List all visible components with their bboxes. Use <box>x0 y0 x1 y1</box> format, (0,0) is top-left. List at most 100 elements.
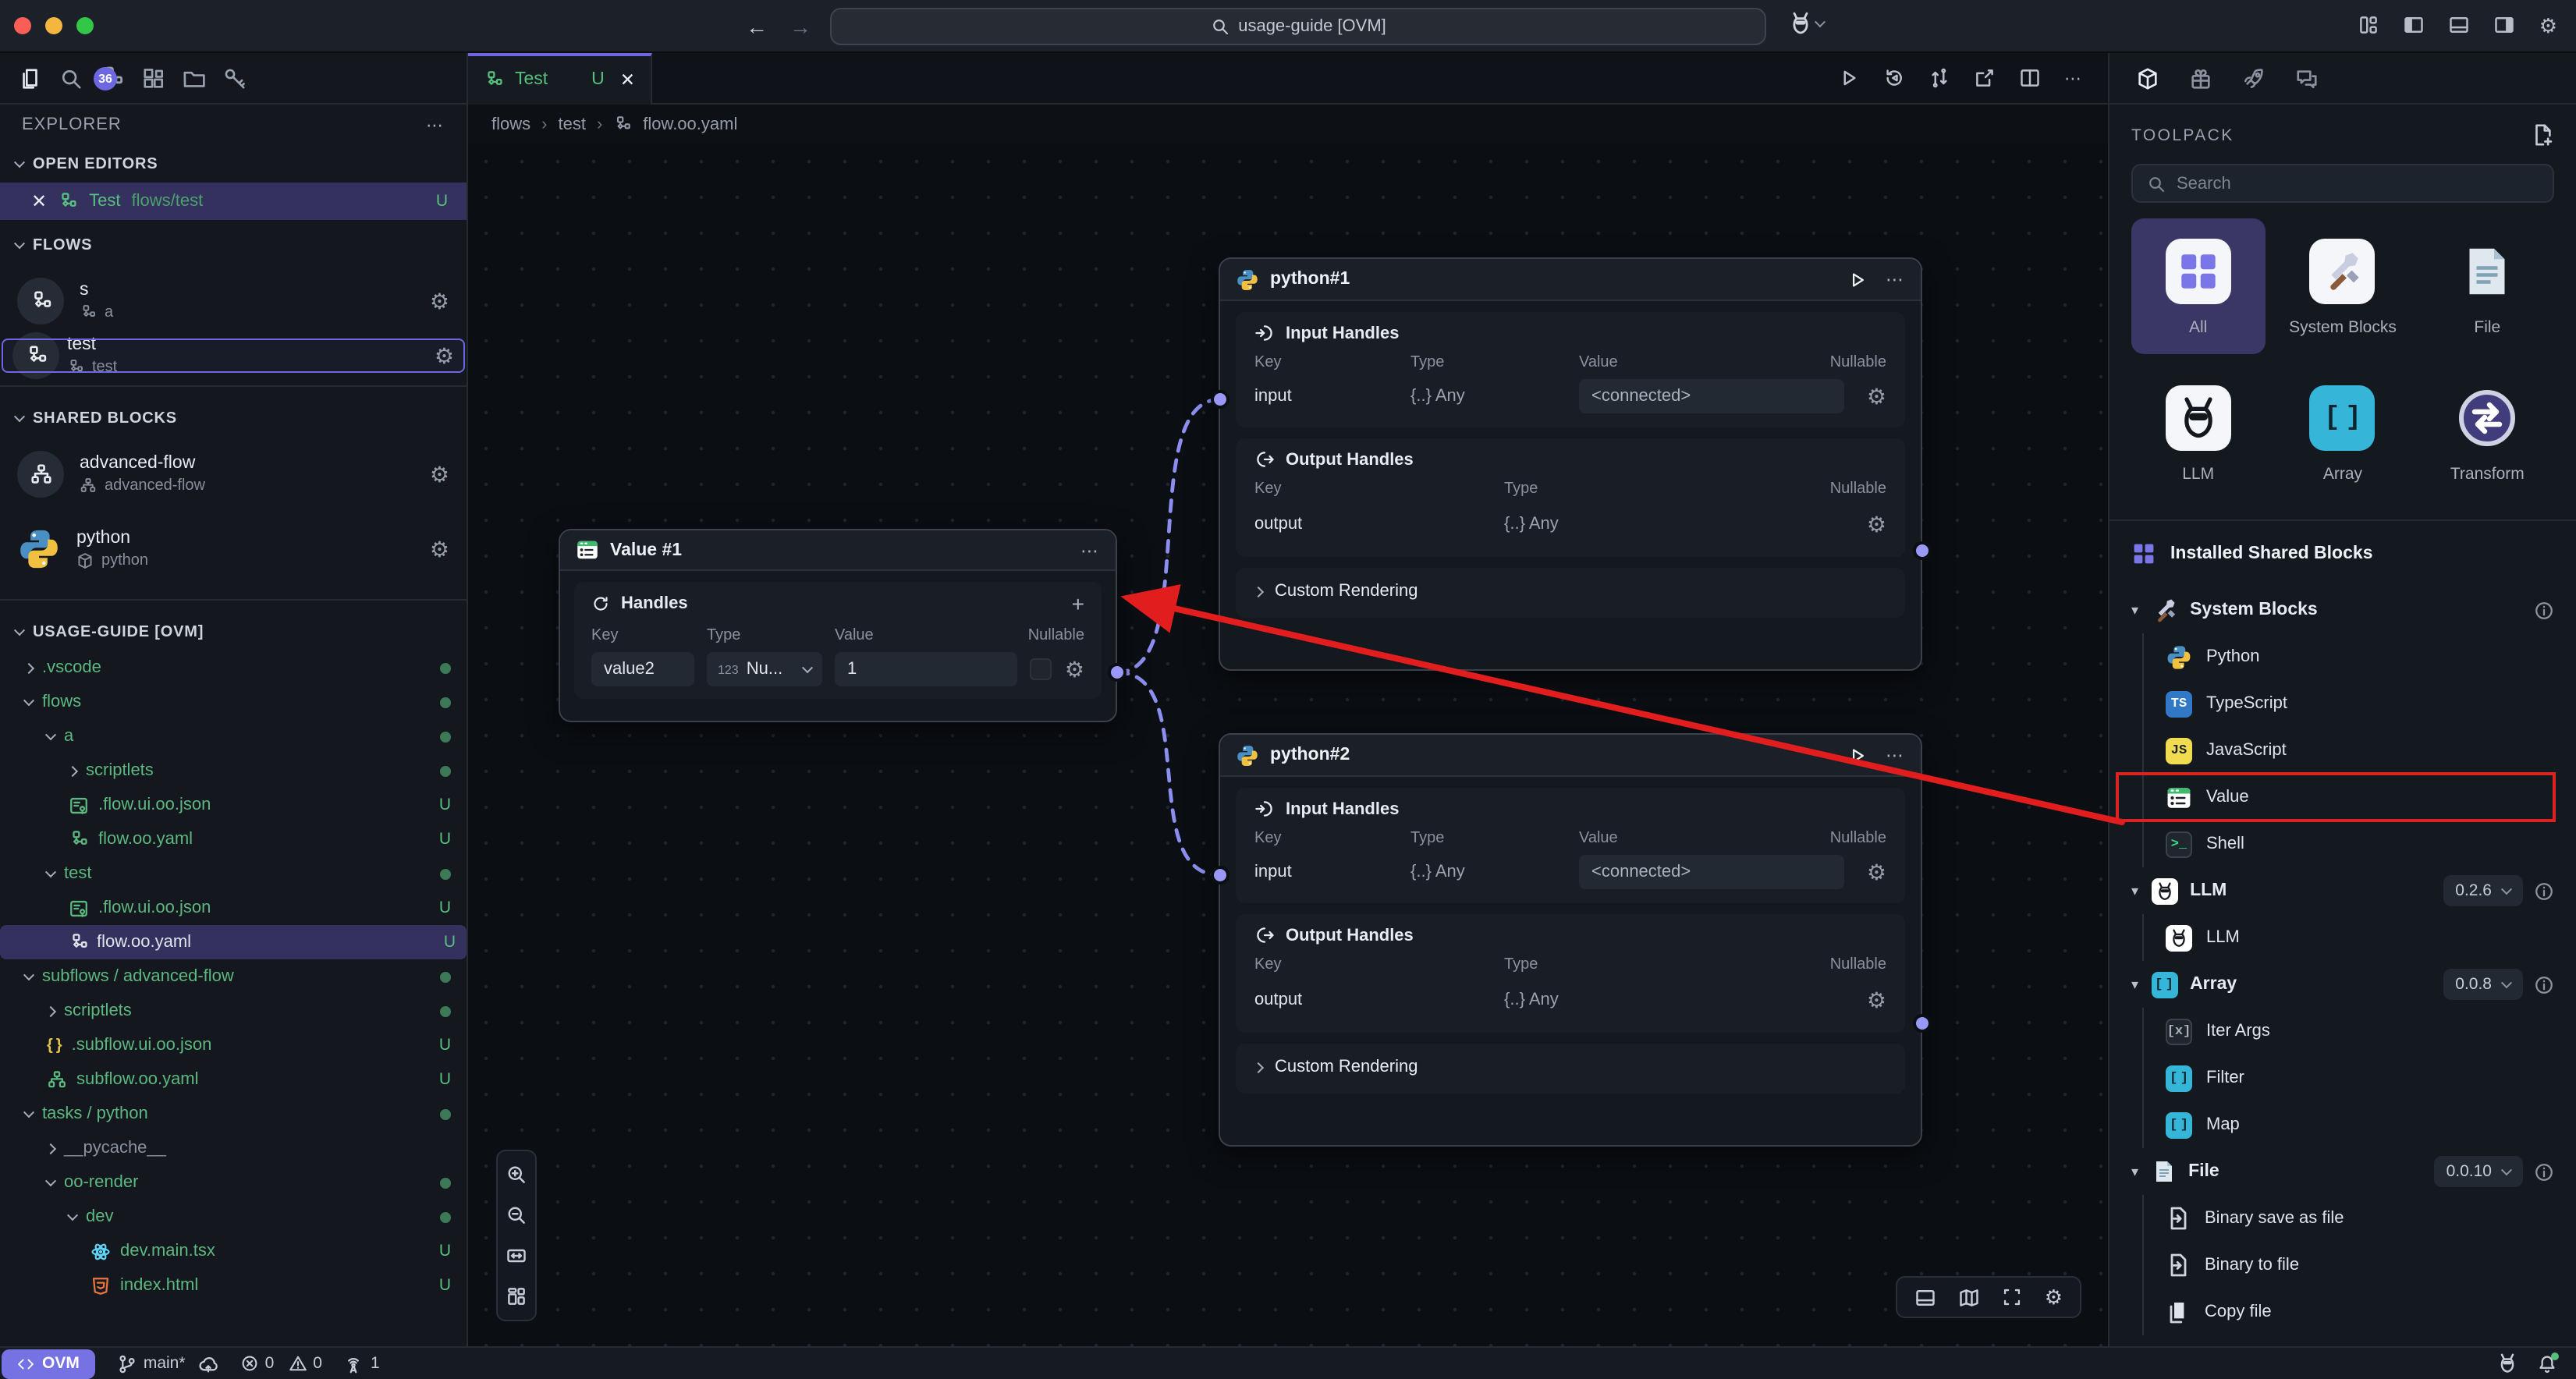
export-icon[interactable] <box>1974 67 1996 89</box>
block-python[interactable]: Python <box>2144 634 2576 681</box>
block-iter-args[interactable]: [x]Iter Args <box>2144 1009 2576 1055</box>
tree-file[interactable]: index.htmlU <box>0 1268 467 1303</box>
block-typescript[interactable]: TSTypeScript <box>2144 681 2576 728</box>
flow-list-item[interactable]: s a ⚙ <box>2 264 465 339</box>
mascot-icon[interactable] <box>2496 1352 2518 1374</box>
tree-folder[interactable]: a <box>0 719 467 753</box>
category-llm[interactable]: LLM <box>2131 365 2265 501</box>
zoom-in-icon[interactable] <box>506 1164 527 1186</box>
node-menu-icon[interactable]: ⋯ <box>1886 744 1905 766</box>
info-icon[interactable] <box>2534 1162 2554 1182</box>
window-close-button[interactable] <box>14 17 31 34</box>
remote-indicator[interactable]: OVM <box>2 1349 95 1378</box>
tree-folder[interactable]: flows <box>0 685 467 719</box>
debug-restart-icon[interactable] <box>1883 67 1905 89</box>
group-array[interactable]: ▾ [ ] Array 0.0.8 <box>2109 962 2576 1009</box>
more-actions-icon[interactable]: ⋯ <box>2064 68 2083 88</box>
search-icon[interactable] <box>59 66 83 90</box>
block-copy-file[interactable]: Copy file <box>2144 1289 2576 1336</box>
group-llm[interactable]: ▾ LLM 0.2.6 <box>2109 868 2576 915</box>
category-file[interactable]: File <box>2421 218 2554 354</box>
block-filter[interactable]: [ ]Filter <box>2144 1055 2576 1102</box>
node-menu-icon[interactable]: ⋯ <box>1080 539 1100 561</box>
python1-input-handle[interactable] <box>1211 390 1229 409</box>
tab-test[interactable]: Test U ✕ <box>468 52 652 104</box>
tree-file-selected[interactable]: flow.oo.yamlU <box>0 925 467 959</box>
node-python-1[interactable]: python#1 ⋯ Input Handles Key Type Value … <box>1219 257 1922 671</box>
gift-tab-icon[interactable] <box>2189 66 2212 90</box>
account-menu[interactable] <box>1788 11 1824 36</box>
tree-file[interactable]: subflow.oo.yamlU <box>0 1062 467 1097</box>
tree-folder[interactable]: dev <box>0 1200 467 1234</box>
zoom-out-icon[interactable] <box>506 1204 527 1226</box>
gear-icon[interactable]: ⚙ <box>1867 861 1886 883</box>
shared-blocks-header[interactable]: SHARED BLOCKS <box>0 399 467 437</box>
run-node-icon[interactable] <box>1847 745 1867 765</box>
fullscreen-icon[interactable] <box>2003 1287 2023 1307</box>
tree-folder[interactable]: test <box>0 856 467 891</box>
canvas-settings-icon[interactable]: ⚙ <box>2045 1285 2063 1310</box>
run-node-icon[interactable] <box>1847 269 1867 289</box>
category-transform[interactable]: Transform <box>2421 365 2554 501</box>
problems-indicator[interactable]: 0 0 <box>240 1354 322 1373</box>
block-value[interactable]: Value <box>2144 775 2576 821</box>
flows-section-header[interactable]: FLOWS <box>0 226 467 264</box>
block-binary-to-file[interactable]: Binary to file <box>2144 1243 2576 1289</box>
key-icon[interactable] <box>223 66 247 90</box>
gear-icon[interactable]: ⚙ <box>430 538 449 560</box>
connected-value-field[interactable]: <connected> <box>1579 855 1845 889</box>
notifications-bell[interactable] <box>2537 1353 2557 1374</box>
gear-icon[interactable]: ⚙ <box>430 463 449 485</box>
node-value-1[interactable]: Value #1 ⋯ Handles + Key Type Value <box>559 529 1117 722</box>
tree-file[interactable]: flow.oo.yamlU <box>0 822 467 856</box>
nullable-checkbox[interactable] <box>1031 658 1052 680</box>
new-block-icon[interactable] <box>2531 123 2554 147</box>
chevron-right-icon[interactable] <box>1253 1062 1264 1072</box>
python2-input-handle[interactable] <box>1211 866 1229 884</box>
close-icon[interactable]: ✕ <box>620 69 635 90</box>
tree-folder[interactable]: subflows / advanced-flow <box>0 959 467 994</box>
category-array[interactable]: [ ] Array <box>2276 365 2409 501</box>
block-binary-save-as-file[interactable]: Binary save as file <box>2144 1196 2576 1243</box>
group-file[interactable]: ▾ File 0.0.10 <box>2109 1149 2576 1196</box>
command-center[interactable]: usage-guide [OVM] <box>830 8 1766 45</box>
console-panel-icon[interactable] <box>1915 1286 1937 1308</box>
window-zoom-button[interactable] <box>76 17 94 34</box>
value-output-handle[interactable] <box>1108 663 1127 682</box>
add-handle-button[interactable]: + <box>1072 591 1084 616</box>
project-section-header[interactable]: USAGE-GUIDE [OVM] <box>0 613 467 651</box>
tree-folder[interactable]: scriptlets <box>0 994 467 1028</box>
tree-folder[interactable]: .vscode <box>0 651 467 685</box>
window-minimize-button[interactable] <box>45 17 62 34</box>
settings-gear-icon[interactable]: ⚙ <box>2539 13 2557 38</box>
shared-block-item[interactable]: python python ⚙ <box>2 512 465 587</box>
node-menu-icon[interactable]: ⋯ <box>1886 268 1905 290</box>
tree-folder[interactable]: tasks / python <box>0 1097 467 1131</box>
ports-indicator[interactable]: 1 <box>344 1353 380 1374</box>
flow-list-item-selected[interactable]: test test ⚙ <box>2 339 465 373</box>
fit-view-icon[interactable] <box>506 1245 527 1267</box>
tree-file[interactable]: .flow.ui.oo.jsonU <box>0 891 467 925</box>
auto-layout-icon[interactable] <box>506 1285 527 1307</box>
type-select[interactable]: 123 Nu... <box>707 652 822 686</box>
tree-folder[interactable]: __pycache__ <box>0 1131 467 1165</box>
tree-folder[interactable]: oo-render <box>0 1165 467 1200</box>
info-icon[interactable] <box>2534 601 2554 621</box>
toggle-left-panel-icon[interactable] <box>2404 13 2425 35</box>
explorer-icon[interactable] <box>19 66 42 90</box>
block-shell[interactable]: >_Shell <box>2144 821 2576 868</box>
gear-icon[interactable]: ⚙ <box>435 345 454 367</box>
version-select[interactable]: 0.2.6 <box>2443 876 2523 907</box>
shared-block-item[interactable]: advanced-flow advanced-flow ⚙ <box>2 437 465 512</box>
version-select[interactable]: 0.0.8 <box>2443 970 2523 1001</box>
minimap-icon[interactable] <box>1959 1286 1981 1308</box>
node-python-2[interactable]: python#2 ⋯ Input Handles Key Type Value … <box>1219 733 1922 1147</box>
category-system-blocks[interactable]: System Blocks <box>2276 218 2409 354</box>
history-back-icon[interactable]: ← <box>746 13 768 38</box>
gear-icon[interactable]: ⚙ <box>1065 658 1084 680</box>
python1-output-handle[interactable] <box>1913 541 1932 560</box>
connected-value-field[interactable]: <connected> <box>1579 379 1845 413</box>
tree-file[interactable]: .flow.ui.oo.jsonU <box>0 788 467 822</box>
version-select[interactable]: 0.0.10 <box>2434 1157 2523 1188</box>
git-branch[interactable]: main* <box>117 1353 218 1374</box>
